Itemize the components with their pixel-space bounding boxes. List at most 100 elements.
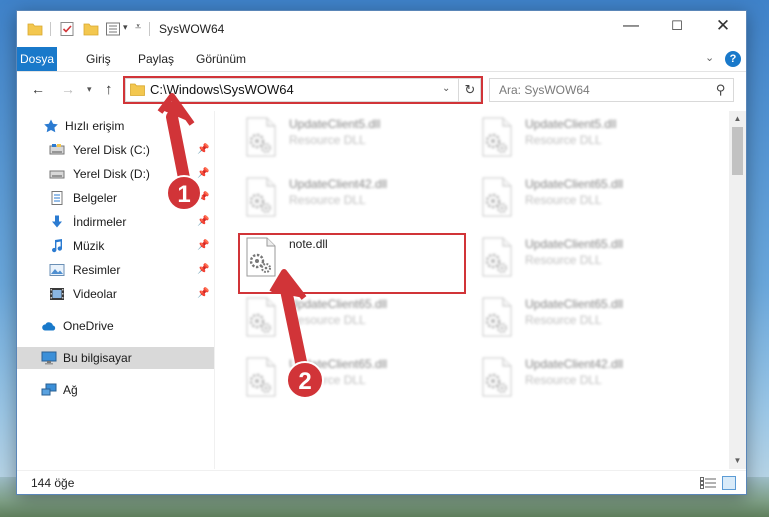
file-type: Resource DLL	[525, 313, 602, 327]
dll-file-icon	[482, 177, 512, 217]
sidebar-item-onedrive[interactable]: OneDrive	[17, 315, 214, 337]
dll-file-icon	[246, 357, 276, 397]
sidebar-item-pictures[interactable]: Resimler 📌	[17, 259, 214, 281]
video-icon	[50, 288, 64, 300]
documents-icon	[51, 191, 63, 205]
file-name: UpdateClient5.dll	[289, 117, 381, 131]
pin-icon[interactable]: 📌	[197, 259, 209, 281]
toolbar-separator	[50, 22, 51, 36]
pin-icon[interactable]: 📌	[197, 283, 209, 305]
help-button[interactable]: ?	[725, 51, 741, 67]
drive-icon	[49, 144, 65, 155]
file-name: UpdateClient65.dll	[525, 297, 624, 311]
ribbon-tabs: Dosya Giriş Paylaş Görünüm ⌄ ?	[17, 47, 746, 72]
cloud-icon	[42, 322, 56, 331]
file-item[interactable]: UpdateClient65.dll Resource DLL	[237, 351, 463, 403]
file-type: Resource DLL	[525, 253, 602, 267]
sidebar-item-downloads[interactable]: İndirmeler 📌	[17, 211, 214, 233]
window-title: SysWOW64	[159, 22, 225, 36]
pictures-icon	[49, 264, 65, 276]
search-icon[interactable]: ⚲	[716, 82, 726, 98]
file-type: Resource DLL	[289, 133, 366, 147]
sidebar-item-label: Bu bilgisayar	[63, 351, 132, 365]
sidebar-item-label: Yerel Disk (D:)	[73, 167, 150, 181]
sidebar-item-drive-c[interactable]: Yerel Disk (C:) 📌	[17, 139, 214, 161]
folder-icon[interactable]	[27, 21, 43, 37]
vertical-scrollbar[interactable]: ▲ ▼	[729, 111, 746, 469]
forward-arrow-icon[interactable]: →	[61, 81, 75, 97]
sidebar-item-quick-access[interactable]: Hızlı erişim	[17, 115, 214, 137]
status-bar: 144 öğe	[17, 470, 746, 494]
navigation-pane: Hızlı erişim Yerel Disk (C:) 📌 Yerel Dis…	[17, 111, 214, 469]
tab-file[interactable]: Dosya	[17, 47, 57, 71]
file-item[interactable]: UpdateClient42.dll Resource DLL	[237, 171, 463, 223]
title-bar: ▾ ⩡ SysWOW64 — ☐ ✕	[17, 11, 746, 47]
sidebar-item-videos[interactable]: Videolar 📌	[17, 283, 214, 305]
file-name: UpdateClient65.dll	[525, 177, 624, 191]
file-name: UpdateClient65.dll	[289, 357, 388, 371]
file-type: Resource DLL	[525, 193, 602, 207]
up-arrow-icon[interactable]: ↑	[105, 81, 113, 98]
drive-icon	[49, 170, 65, 179]
selected-file-highlight	[238, 233, 466, 294]
tab-share[interactable]: Paylaş	[129, 47, 183, 71]
sidebar-item-label: Ağ	[63, 383, 78, 397]
tab-view[interactable]: Görünüm	[187, 47, 255, 71]
sidebar-item-label: Yerel Disk (C:)	[73, 143, 150, 157]
details-view-icon[interactable]	[700, 477, 716, 489]
file-item[interactable]: UpdateClient5.dll Resource DLL	[237, 111, 463, 163]
pin-icon[interactable]: 📌	[197, 163, 209, 185]
file-type: Resource DLL	[525, 373, 602, 387]
music-icon	[52, 239, 63, 253]
new-folder-icon[interactable]	[83, 21, 99, 37]
close-button[interactable]: ✕	[700, 11, 746, 41]
back-arrow-icon[interactable]: ←	[31, 81, 45, 97]
file-name: UpdateClient65.dll	[525, 237, 624, 251]
scroll-up-icon[interactable]: ▲	[729, 111, 746, 127]
dll-file-icon	[246, 177, 276, 217]
file-item[interactable]: UpdateClient65.dll Resource DLL	[473, 231, 699, 283]
minimize-button[interactable]: —	[608, 11, 654, 41]
chevron-down-icon[interactable]: ▾	[123, 22, 128, 33]
sidebar-item-label: Müzik	[73, 239, 105, 253]
pin-icon[interactable]: 📌	[197, 235, 209, 257]
pin-icon[interactable]: 📌	[197, 211, 209, 233]
sidebar-item-music[interactable]: Müzik 📌	[17, 235, 214, 257]
sidebar-item-label: İndirmeler	[73, 215, 127, 229]
item-count: 144 öğe	[31, 476, 75, 490]
file-item[interactable]: UpdateClient5.dll Resource DLL	[473, 111, 699, 163]
search-box[interactable]: Ara: SysWOW64 ⚲	[489, 78, 734, 102]
dll-file-icon	[482, 357, 512, 397]
file-name: UpdateClient42.dll	[525, 357, 624, 371]
file-item[interactable]: UpdateClient65.dll Resource DLL	[473, 171, 699, 223]
quick-access-dropdown-icon[interactable]: ⩡	[135, 21, 141, 34]
sidebar-item-label: Belgeler	[73, 191, 118, 205]
expand-ribbon-icon[interactable]: ⌄	[705, 51, 714, 64]
address-bar-highlight	[123, 76, 483, 104]
sidebar-item-drive-d[interactable]: Yerel Disk (D:) 📌	[17, 163, 214, 185]
sidebar-item-label: Resimler	[73, 263, 121, 277]
file-item[interactable]: UpdateClient65.dll Resource DLL	[473, 291, 699, 343]
file-item[interactable]: UpdateClient42.dll Resource DLL	[473, 351, 699, 403]
customize-toolbar-icon[interactable]	[105, 21, 121, 37]
scroll-thumb[interactable]	[732, 127, 743, 175]
navigation-bar: ← → ▾ ↑ C:\Windows\SysWOW64 ⌄ ↻ Ara: Sys…	[17, 72, 746, 106]
download-icon	[52, 215, 62, 228]
sidebar-item-this-pc[interactable]: Bu bilgisayar	[17, 347, 214, 369]
file-type: Resource DLL	[289, 313, 366, 327]
large-icons-view-icon[interactable]	[722, 476, 736, 490]
network-icon	[41, 383, 57, 396]
file-name: UpdateClient5.dll	[525, 117, 617, 131]
pin-icon[interactable]: 📌	[197, 187, 209, 209]
sidebar-item-documents[interactable]: Belgeler 📌	[17, 187, 214, 209]
recent-locations-chevron-icon[interactable]: ▾	[87, 84, 92, 95]
dll-file-icon	[482, 297, 512, 337]
maximize-button[interactable]: ☐	[654, 11, 700, 41]
scroll-down-icon[interactable]: ▼	[729, 453, 746, 469]
file-type: Resource DLL	[525, 133, 602, 147]
properties-check-icon[interactable]	[59, 21, 75, 37]
tab-home[interactable]: Giriş	[77, 47, 120, 71]
sidebar-item-network[interactable]: Ağ	[17, 379, 214, 401]
file-item[interactable]: UpdateClient65.dll Resource DLL	[237, 291, 463, 343]
pin-icon[interactable]: 📌	[197, 139, 209, 161]
